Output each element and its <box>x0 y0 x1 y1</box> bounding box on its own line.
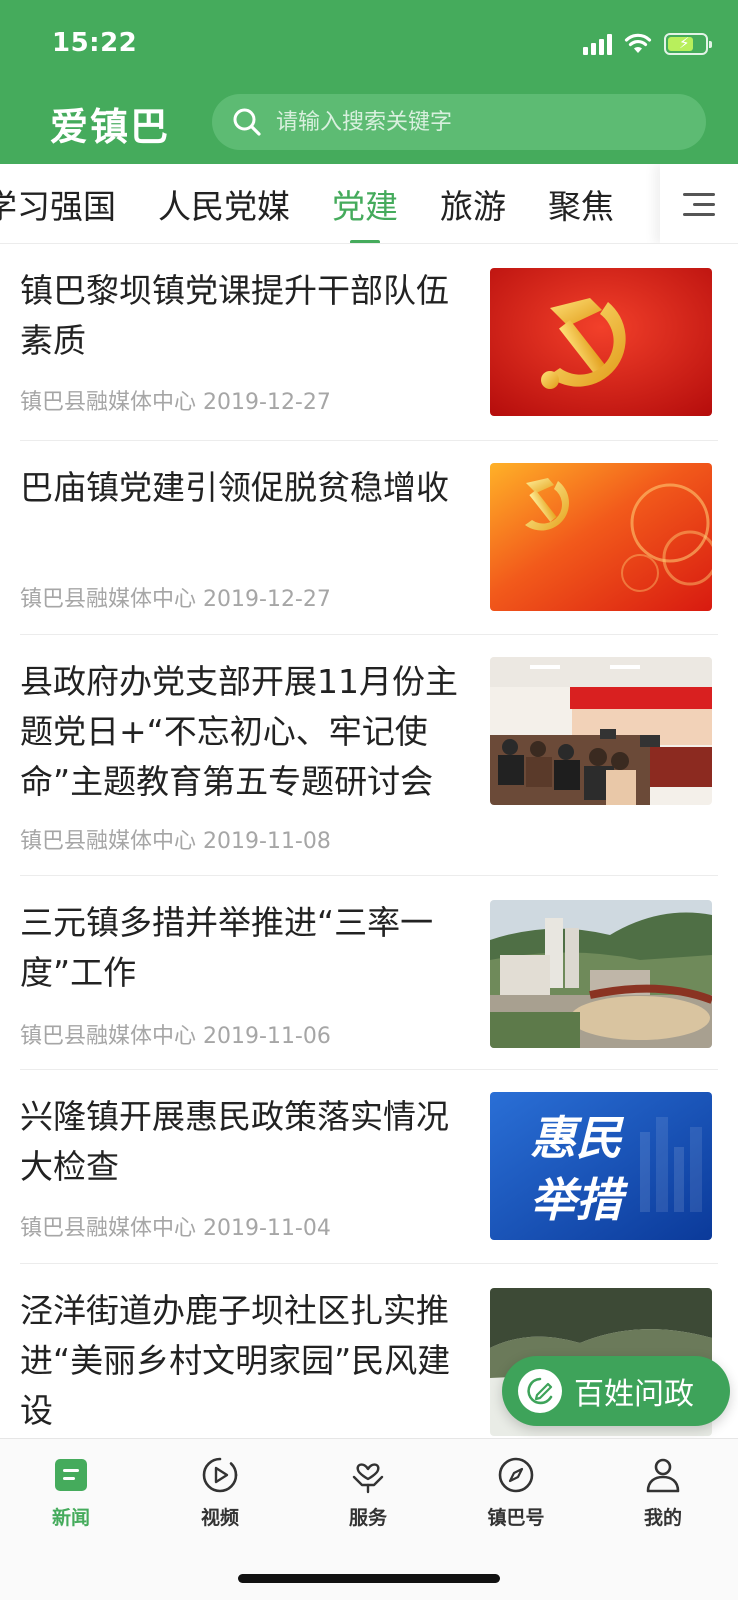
news-source: 镇巴县融媒体中心 <box>20 587 197 612</box>
news-list: 镇巴黎坝镇党课提升干部队伍素质 镇巴县融媒体中心 2019-12-27 巴庙镇党… <box>0 244 738 1438</box>
news-meta: 镇巴县融媒体中心 2019-12-27 <box>20 581 331 613</box>
news-item[interactable]: 县政府办党支部开展11月份主题党日+“不忘初心、牢记使命”主题教育第五专题研讨会… <box>20 635 718 876</box>
nav-news-label: 新闻 <box>51 1507 90 1529</box>
baixing-wenzheng-button[interactable]: 百姓问政 <box>502 1356 730 1426</box>
profile-icon <box>643 1455 683 1495</box>
news-source: 镇巴县融媒体中心 <box>20 390 197 415</box>
huimin-text-line2: 举措 <box>530 1173 629 1227</box>
news-meta: 镇巴县融媒体中心 2019-11-08 <box>20 823 331 855</box>
news-source: 镇巴县融媒体中心 <box>20 1024 197 1049</box>
news-title: 巴庙镇党建引领促脱贫稳增收 <box>20 468 449 507</box>
signal-icon <box>583 33 612 55</box>
news-item[interactable]: 巴庙镇党建引领促脱贫稳增收 镇巴县融媒体中心 2019-12-27 <box>20 441 718 635</box>
news-date: 2019-12-27 <box>203 390 331 415</box>
news-title: 兴隆镇开展惠民政策落实情况大检查 <box>20 1097 449 1186</box>
video-icon <box>200 1455 240 1495</box>
home-indicator <box>238 1574 500 1583</box>
tab-jujiao[interactable]: 聚焦 <box>548 180 614 228</box>
tab-renmin[interactable]: 人民党媒 <box>158 180 290 228</box>
news-title: 县政府办党支部开展11月份主题党日+“不忘初心、牢记使命”主题教育第五专题研讨会 <box>20 662 458 801</box>
huimin-text-line1: 惠民 <box>530 1111 625 1165</box>
tab-xuexi[interactable]: 学习强国 <box>0 180 116 228</box>
battery-icon: ⚡ <box>664 33 712 55</box>
news-date: 2019-12-27 <box>203 587 331 612</box>
news-title: 泾洋街道办鹿子坝社区扎实推进“美丽乡村文明家园”民风建设 <box>20 1291 451 1430</box>
news-meta: 镇巴县融媒体中心 2019-12-27 <box>20 384 331 416</box>
compass-icon <box>496 1455 536 1495</box>
news-meta: 镇巴县融媒体中心 2019-11-04 <box>20 1210 331 1242</box>
news-source: 镇巴县融媒体中心 <box>20 1216 197 1241</box>
tab-lvyou[interactable]: 旅游 <box>440 180 506 228</box>
status-icons: ⚡ <box>583 30 712 58</box>
tab-dangjian[interactable]: 党建 <box>332 180 398 243</box>
nav-service[interactable]: 服务 <box>313 1455 423 1530</box>
news-thumbnail <box>490 900 712 1048</box>
nav-video[interactable]: 视频 <box>165 1455 275 1530</box>
app-header: 15:22 ⚡ 爱镇巴 <box>0 0 738 164</box>
nav-news[interactable]: 新闻 <box>16 1455 126 1530</box>
status-time: 15:22 <box>52 28 138 58</box>
news-date: 2019-11-04 <box>203 1216 331 1241</box>
news-date: 2019-11-06 <box>203 1024 331 1049</box>
news-title: 三元镇多措并举推进“三率一度”工作 <box>20 903 434 992</box>
menu-icon <box>683 192 715 216</box>
nav-video-label: 视频 <box>200 1507 239 1529</box>
search-icon <box>233 108 261 136</box>
search-box[interactable] <box>212 94 706 150</box>
news-source: 镇巴县融媒体中心 <box>20 829 197 854</box>
channel-menu-button[interactable] <box>660 164 738 243</box>
news-meta: 镇巴县融媒体中心 2019-11-06 <box>20 1018 331 1050</box>
wifi-icon <box>624 33 652 53</box>
service-icon <box>348 1455 388 1495</box>
news-thumbnail <box>490 268 712 416</box>
nav-zhenbahao[interactable]: 镇巴号 <box>461 1455 571 1530</box>
news-item[interactable]: 兴隆镇开展惠民政策落实情况大检查 镇巴县融媒体中心 2019-11-04 惠民 … <box>20 1070 718 1264</box>
news-icon <box>51 1455 91 1495</box>
float-button-label: 百姓问政 <box>574 1377 694 1412</box>
news-item[interactable]: 三元镇多措并举推进“三率一度”工作 镇巴县融媒体中心 2019-11-06 <box>20 876 718 1070</box>
nav-service-label: 服务 <box>348 1507 387 1529</box>
search-input[interactable] <box>276 109 676 135</box>
edit-icon <box>518 1369 562 1413</box>
news-date: 2019-11-08 <box>203 829 331 854</box>
nav-profile[interactable]: 我的 <box>608 1455 718 1530</box>
channel-tabs: 学习强国 人民党媒 党建 旅游 聚焦 <box>0 164 738 244</box>
news-title: 镇巴黎坝镇党课提升干部队伍素质 <box>20 271 449 360</box>
nav-profile-label: 我的 <box>643 1507 682 1529</box>
news-thumbnail <box>490 463 712 611</box>
news-thumbnail: 惠民 举措 <box>490 1092 712 1240</box>
nav-zhenbahao-label: 镇巴号 <box>487 1507 545 1529</box>
news-item[interactable]: 镇巴黎坝镇党课提升干部队伍素质 镇巴县融媒体中心 2019-12-27 <box>20 244 718 441</box>
app-logo: 爱镇巴 <box>50 104 171 149</box>
news-thumbnail <box>490 657 712 805</box>
